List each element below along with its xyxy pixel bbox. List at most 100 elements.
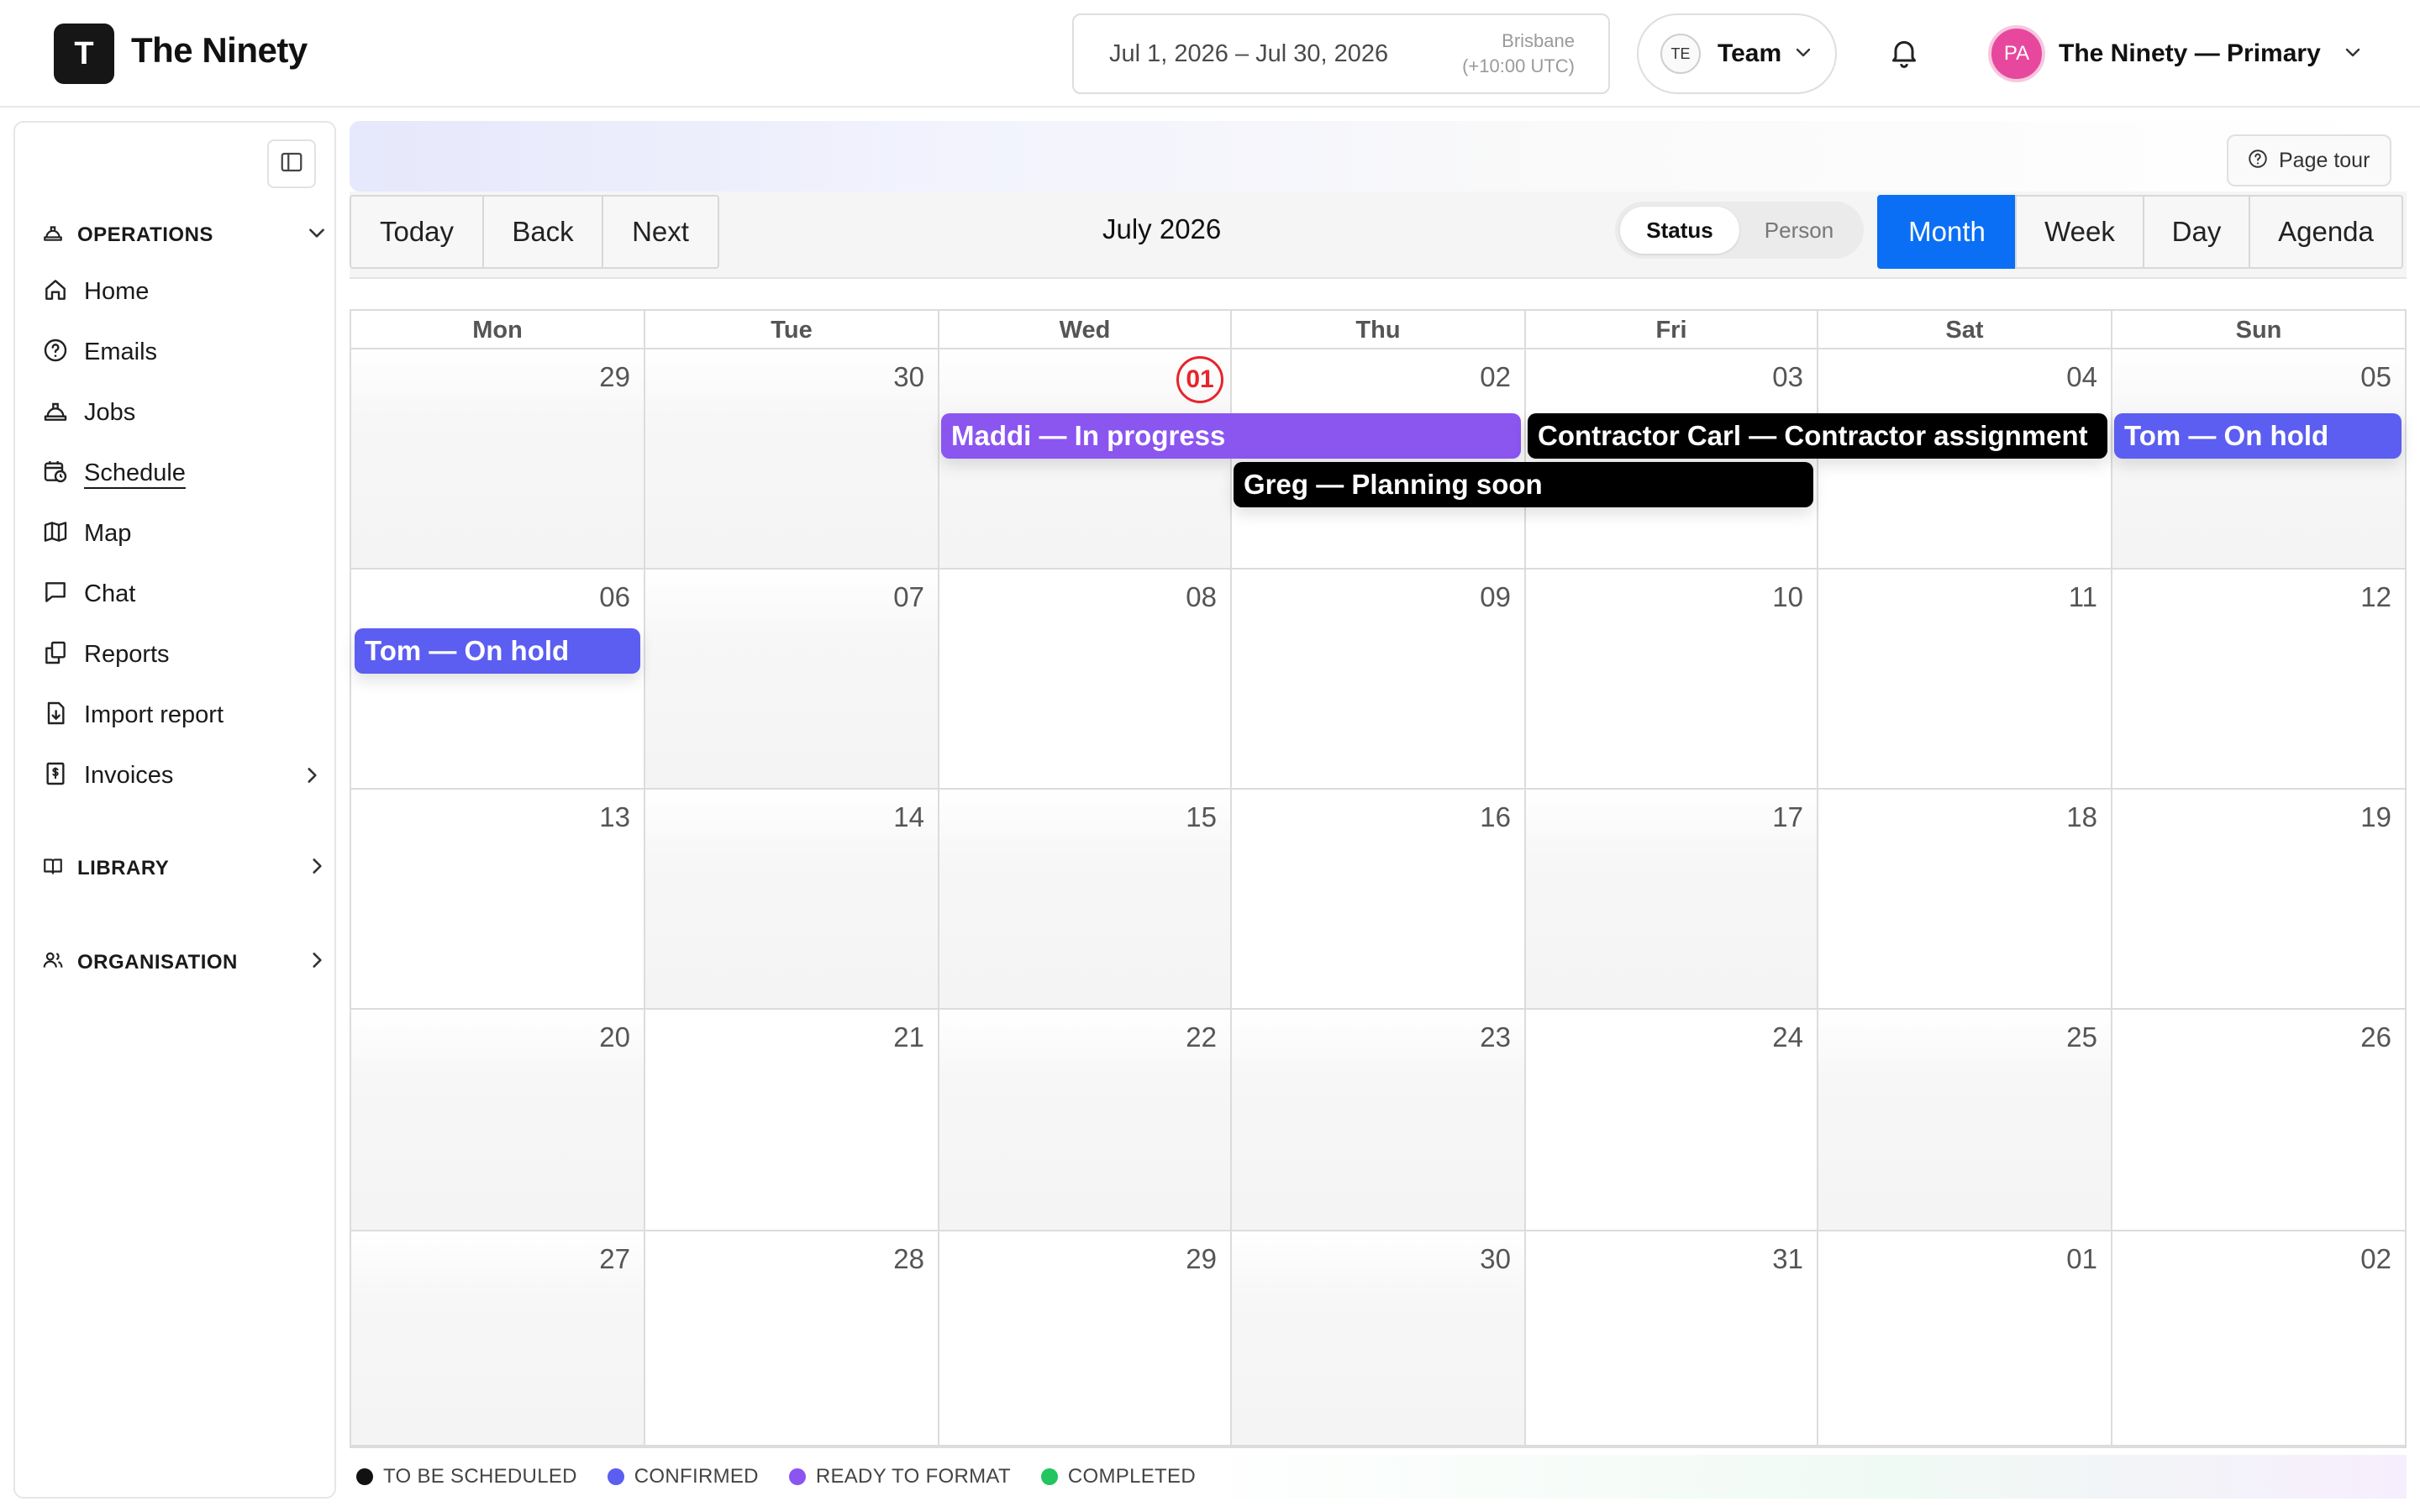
sidebar-toggle-icon bbox=[279, 150, 304, 179]
sidebar-item-map[interactable]: Map bbox=[42, 512, 131, 554]
date-number: 07 bbox=[893, 581, 924, 612]
calendar-day-cell[interactable]: 19 bbox=[2111, 790, 2405, 1010]
account-menu[interactable]: PA The Ninety — Primary bbox=[1988, 24, 2363, 84]
calendar-day-cell[interactable]: 22 bbox=[938, 1010, 1230, 1231]
calendar-day-cell[interactable]: 02 bbox=[2111, 1231, 2405, 1446]
date-number: 15 bbox=[1186, 801, 1217, 832]
section-library-label: LIBRARY bbox=[77, 856, 170, 879]
calendar-day-cell[interactable]: 12 bbox=[2111, 570, 2405, 790]
calendar-day-cell[interactable]: 16 bbox=[1230, 790, 1524, 1010]
calendar-day-cell[interactable]: 30 bbox=[1230, 1231, 1524, 1446]
sidebar-item-label: Invoices bbox=[84, 761, 174, 789]
calendar-day-cell[interactable]: 01 bbox=[938, 349, 1230, 570]
date-range-picker[interactable]: Jul 1, 2026 – Jul 30, 2026 Brisbane (+10… bbox=[1072, 13, 1610, 94]
section-operations[interactable]: OPERATIONS bbox=[42, 222, 328, 248]
date-number: 24 bbox=[1772, 1021, 1803, 1053]
calendar-event[interactable]: Contractor Carl — Contractor assignment bbox=[1528, 413, 2107, 459]
date-number: 12 bbox=[2360, 581, 2391, 612]
calendar-day-cell[interactable]: 09 bbox=[1230, 570, 1524, 790]
section-library[interactable]: LIBRARY bbox=[42, 855, 328, 881]
calendar-day-cell[interactable]: 01 bbox=[1817, 1231, 2111, 1446]
calendar-event[interactable]: Tom — On hold bbox=[355, 628, 640, 674]
bell-icon[interactable] bbox=[1887, 35, 1921, 69]
calendar-day-cell[interactable]: 13 bbox=[351, 790, 644, 1010]
users-icon bbox=[42, 949, 64, 975]
section-operations-label: OPERATIONS bbox=[77, 223, 213, 246]
sidebar-item-invoices[interactable]: Invoices bbox=[42, 754, 317, 796]
sidebar-item-import-report[interactable]: Import report bbox=[42, 694, 224, 736]
sidebar-item-chat[interactable]: Chat bbox=[42, 573, 135, 615]
calendar-day-cell[interactable]: 07 bbox=[644, 570, 938, 790]
sidebar-item-label: Map bbox=[84, 519, 132, 547]
calendar-day-cell[interactable]: 04 bbox=[1817, 349, 2111, 570]
person-toggle-option[interactable]: Person bbox=[1739, 207, 1859, 254]
calendar-day-cell[interactable]: 11 bbox=[1817, 570, 2111, 790]
weekday-header: Thu bbox=[1230, 311, 1524, 349]
day-view-button[interactable]: Day bbox=[2143, 195, 2250, 269]
next-button[interactable]: Next bbox=[602, 195, 719, 269]
account-avatar: PA bbox=[1988, 25, 2045, 82]
calendar-day-cell[interactable]: 29 bbox=[938, 1231, 1230, 1446]
calendar-day-cell[interactable]: 24 bbox=[1524, 1010, 1817, 1231]
today-button[interactable]: Today bbox=[350, 195, 484, 269]
status-legend: TO BE SCHEDULED CONFIRMED READY TO FORMAT C… bbox=[350, 1455, 2407, 1499]
calendar-day-cell[interactable]: 18 bbox=[1817, 790, 2111, 1010]
calendar-day-cell[interactable]: 30 bbox=[644, 349, 938, 570]
month-label: July 2026 bbox=[1102, 213, 1222, 244]
page-tour-button[interactable]: Page tour bbox=[2227, 134, 2391, 186]
calendar-event[interactable]: Maddi — In progress bbox=[941, 413, 1521, 459]
sidebar-item-home[interactable]: Home bbox=[42, 270, 149, 312]
date-number: 21 bbox=[893, 1021, 924, 1053]
calendar-day-cell[interactable]: 08 bbox=[938, 570, 1230, 790]
calendar-event[interactable]: Tom — On hold bbox=[2114, 413, 2402, 459]
app-logo[interactable]: T bbox=[54, 24, 114, 84]
date-number: 25 bbox=[2066, 1021, 2097, 1053]
calendar-day-cell[interactable]: 23 bbox=[1230, 1010, 1524, 1231]
timezone-city: Brisbane bbox=[1502, 30, 1575, 51]
calendar-day-cell[interactable]: 03 bbox=[1524, 349, 1817, 570]
team-selector[interactable]: TE Team bbox=[1637, 13, 1837, 94]
calendar-day-cell[interactable]: 20 bbox=[351, 1010, 644, 1231]
calendar-day-cell[interactable]: 14 bbox=[644, 790, 938, 1010]
calendar-day-cell[interactable]: 02 bbox=[1230, 349, 1524, 570]
group-by-toggle: Status Person bbox=[1615, 202, 1864, 259]
calendar-day-cell[interactable]: 29 bbox=[351, 349, 644, 570]
calendar-day-cell[interactable]: 26 bbox=[2111, 1010, 2405, 1231]
calendar-day-cell[interactable]: 21 bbox=[644, 1010, 938, 1231]
back-button[interactable]: Back bbox=[482, 195, 603, 269]
calendar-day-cell[interactable]: 25 bbox=[1817, 1010, 2111, 1231]
date-number: 11 bbox=[2068, 581, 2097, 612]
calendar-day-cell[interactable]: 06 bbox=[351, 570, 644, 790]
sidebar-item-emails[interactable]: Emails bbox=[42, 331, 157, 373]
date-number: 02 bbox=[1480, 361, 1511, 392]
date-number: 06 bbox=[599, 581, 630, 612]
calendar-day-cell[interactable]: 10 bbox=[1524, 570, 1817, 790]
date-number: 09 bbox=[1480, 581, 1511, 612]
week-view-button[interactable]: Week bbox=[2015, 195, 2144, 269]
sidebar-collapse-button[interactable] bbox=[267, 139, 316, 188]
sidebar-item-reports[interactable]: Reports bbox=[42, 633, 170, 675]
date-number: 23 bbox=[1480, 1021, 1511, 1053]
status-toggle-option[interactable]: Status bbox=[1620, 207, 1739, 254]
calendar-day-cell[interactable]: 15 bbox=[938, 790, 1230, 1010]
date-number: 22 bbox=[1186, 1021, 1217, 1053]
calendar-day-cell[interactable]: 17 bbox=[1524, 790, 1817, 1010]
sidebar-item-schedule[interactable]: Schedule bbox=[42, 452, 186, 494]
calendar-day-cell[interactable]: 27 bbox=[351, 1231, 644, 1446]
date-number: 17 bbox=[1772, 801, 1803, 832]
legend-label: TO BE SCHEDULED bbox=[383, 1465, 577, 1488]
legend-item: TO BE SCHEDULED bbox=[356, 1465, 577, 1488]
calendar-event[interactable]: Greg — Planning soon bbox=[1234, 462, 1813, 507]
help-circle-icon bbox=[2247, 148, 2269, 174]
month-calendar-grid: Mon Tue Wed Thu Fri Sat Sun 29 30 01 02 03 04 05 06 07… bbox=[350, 309, 2407, 1448]
sidebar-item-jobs[interactable]: Jobs bbox=[42, 391, 135, 433]
date-number: 28 bbox=[893, 1243, 924, 1274]
date-number: 26 bbox=[2360, 1021, 2391, 1053]
chevron-right-icon bbox=[301, 764, 323, 790]
agenda-view-button[interactable]: Agenda bbox=[2249, 195, 2403, 269]
month-view-button[interactable]: Month bbox=[1877, 195, 2017, 269]
calendar-day-cell[interactable]: 31 bbox=[1524, 1231, 1817, 1446]
calendar-day-cell[interactable]: 28 bbox=[644, 1231, 938, 1446]
calendar-day-cell[interactable]: 05 bbox=[2111, 349, 2405, 570]
section-organisation[interactable]: ORGANISATION bbox=[42, 949, 328, 975]
